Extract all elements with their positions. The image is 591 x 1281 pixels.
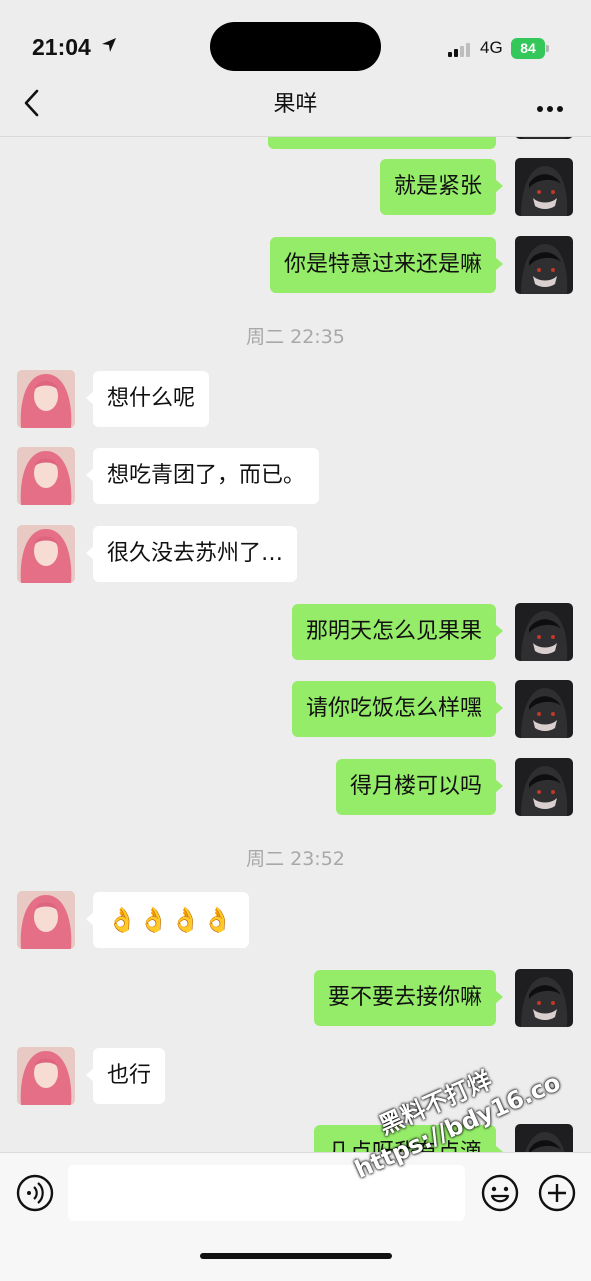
chat-header: 果咩 [0,72,591,137]
message-bubble[interactable]: 你是特意过来还是嘛 [269,237,504,293]
message-bubble[interactable]: 也行 [85,1048,166,1104]
home-indicator [200,1253,392,1259]
message-bubble[interactable]: 请你吃饭怎么样嘿 [291,681,504,737]
dynamic-island [210,22,381,71]
timestamp: 周二 22:35 [246,326,345,348]
timestamp: 周二 23:52 [246,848,345,870]
message-bubble-emoji[interactable]: 👌👌👌👌 [86,892,249,948]
chat-title: 果咩 [273,92,318,117]
message-bubble[interactable]: 要不要去接你嘛 [313,970,504,1026]
status-time: 21:04 [32,34,91,60]
my-avatar[interactable] [515,137,573,139]
network-type: 4G [480,38,503,57]
my-avatar[interactable] [515,680,573,738]
message-bubble[interactable]: 得月楼可以吗 [335,759,504,815]
message-bubble[interactable]: 很久没去苏州了… [85,526,298,582]
message-bubble[interactable]: 就是紧张 [379,159,504,215]
my-avatar[interactable] [515,1124,573,1152]
more-options-icon[interactable] [536,98,564,117]
my-avatar[interactable] [515,158,573,216]
message-bubble[interactable]: 那明天怎么见果果 [291,604,504,660]
contact-avatar[interactable] [17,525,75,583]
contact-avatar[interactable] [17,370,75,428]
contact-avatar[interactable] [17,891,75,949]
plus-icon[interactable] [537,1173,577,1217]
contact-avatar[interactable] [17,447,75,505]
message-bubble[interactable]: 想什么呢 [85,371,210,427]
my-avatar[interactable] [515,236,573,294]
chat-message-list[interactable]: 就是紧张 你是特意过来还是嘛 周二 22:35 想什么呢 想吃青团了，而已。 很… [0,137,591,1152]
my-avatar[interactable] [515,758,573,816]
location-arrow-icon [100,36,118,58]
contact-avatar[interactable] [17,1047,75,1105]
input-bar [0,1152,591,1281]
message-input[interactable] [68,1165,465,1221]
message-bubble[interactable]: 想吃青团了，而已。 [85,448,320,504]
battery-tip [546,45,549,52]
smile-icon[interactable] [480,1173,520,1217]
battery-level: 84 [511,38,545,59]
message-bubble-partial[interactable] [268,137,496,149]
signal-icon [448,42,474,61]
my-avatar[interactable] [515,603,573,661]
my-avatar[interactable] [515,969,573,1027]
voice-icon[interactable] [15,1173,55,1217]
